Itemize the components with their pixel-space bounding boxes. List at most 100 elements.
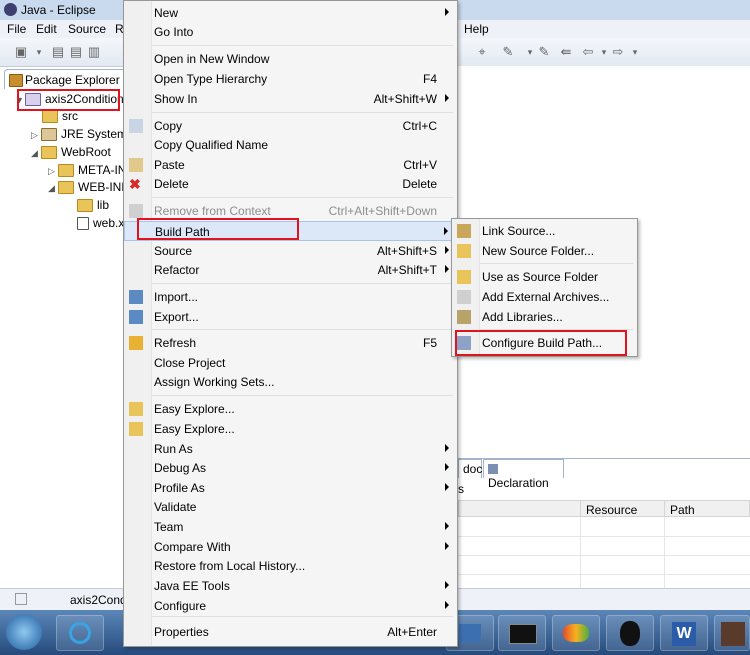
menu-item-new[interactable]: New [124,3,455,23]
menu-item-label: Properties [154,625,209,639]
menu-item-debug-as[interactable]: Debug As [124,458,455,478]
tree-item-webroot[interactable]: ◢ WebRoot [31,145,111,162]
menu-item-restore-from-local-history[interactable]: Restore from Local History... [124,556,455,576]
menu-item-refactor[interactable]: Refactor Alt+Shift+T [124,260,455,280]
menu-item-label: Java EE Tools [154,579,230,593]
cmd-taskbar-button[interactable] [498,615,546,651]
expand-arrow-icon[interactable]: ▷ [31,130,41,141]
save-all-icon[interactable]: ▤ [68,44,84,60]
menu-item-delete[interactable]: ✖ Delete Delete [124,174,455,194]
menu-item-copy-qualified-name[interactable]: Copy Qualified Name [124,135,455,155]
tab-package-explorer[interactable]: Package Explorer [4,69,127,90]
menu-item-label: Easy Explore... [154,402,235,416]
last-edit-icon[interactable]: ⇚ [558,44,574,60]
menu-item-close-project[interactable]: Close Project [124,353,455,373]
menu-item-properties[interactable]: Properties Alt+Enter [124,622,455,642]
tree-item-meta-inf[interactable]: ▷ META-IN [48,163,126,180]
remove-context-icon [129,204,143,218]
menu-file[interactable]: File [7,22,26,36]
forward-icon[interactable]: ⇨ [610,44,626,60]
menu-source[interactable]: Source [68,22,106,36]
java-ee-icon [721,622,745,646]
tree-item-src[interactable]: src [42,109,78,126]
menu-item-label: Paste [154,158,185,172]
back-icon[interactable]: ⇦ [580,44,596,60]
tree-item-web-inf[interactable]: ◢ WEB-INF [48,180,129,197]
menu-item-compare-with[interactable]: Compare With [124,537,455,557]
prev-annotation-icon[interactable]: ✎ [536,44,552,60]
link-source-icon [457,224,471,238]
word-icon: W [672,622,696,646]
menu-item-go-into[interactable]: Go Into [124,22,455,42]
menu-item-show-in[interactable]: Show In Alt+Shift+W [124,89,455,109]
tab-declaration[interactable]: Declaration [483,459,564,490]
app-icon [459,624,481,642]
next-annotation-icon[interactable]: ✎ [500,44,516,60]
menu-item-profile-as[interactable]: Profile As [124,478,455,498]
menu-edit[interactable]: Edit [36,22,57,36]
save-icon[interactable]: ▤ [50,44,66,60]
tab-javadoc[interactable]: doc [458,459,482,478]
menu-item-run-as[interactable]: Run As [124,439,455,459]
dropdown-arrow-icon[interactable]: ▾ [627,44,643,60]
menu-item-team[interactable]: Team [124,517,455,537]
table-row [458,555,750,575]
menu-item-configure[interactable]: Configure [124,596,455,616]
dropdown-arrow-icon[interactable]: ▾ [31,44,47,60]
start-button[interactable] [6,614,42,650]
menu-item-label: Restore from Local History... [154,559,306,573]
ie-taskbar-button[interactable] [56,615,104,651]
submenu-item-new-source-folder[interactable]: New Source Folder... [452,241,635,261]
submenu-arrow-icon [445,8,449,16]
menu-item-label: Validate [154,500,197,514]
menu-item-assign-working-sets[interactable]: Assign Working Sets... [124,372,455,392]
collapse-arrow-icon[interactable]: ◢ [48,183,58,194]
table-row [458,536,750,556]
menu-item-import[interactable]: Import... [124,287,455,307]
tree-item-jre[interactable]: ▷ JRE System [31,127,127,144]
add-external-archives-icon [457,290,471,304]
print-icon[interactable]: ▥ [86,44,102,60]
msn-taskbar-button[interactable] [552,615,600,651]
submenu-item-link-source[interactable]: Link Source... [452,221,635,241]
menu-item-copy[interactable]: Copy Ctrl+C [124,116,455,136]
menu-item-java-ee-tools[interactable]: Java EE Tools [124,576,455,596]
fast-view-icon[interactable] [15,593,27,605]
tree-item-web-xml[interactable]: web.x [77,216,124,233]
submenu-item-add-external-archives[interactable]: Add External Archives... [452,287,635,307]
menu-item-paste[interactable]: Paste Ctrl+V [124,155,455,175]
menu-item-source[interactable]: Source Alt+Shift+S [124,241,455,261]
menu-item-easy-explore[interactable]: Easy Explore... [124,419,455,439]
submenu-item-use-as-source-folder[interactable]: Use as Source Folder [452,267,635,287]
menu-item-validate[interactable]: Validate [124,497,455,517]
qq-taskbar-button[interactable] [606,615,654,651]
menu-item-label: Open Type Hierarchy [154,72,268,86]
menu-item-label: Source [154,244,193,258]
new-icon[interactable]: ▣ [13,44,29,60]
menu-item-easy-explore[interactable]: Easy Explore... [124,399,455,419]
highlight-box-build-path [137,218,299,240]
menu-help[interactable]: Help [464,22,489,36]
submenu-item-label: New Source Folder... [482,244,595,258]
expand-arrow-icon[interactable]: ▷ [48,166,58,177]
menu-item-refresh[interactable]: Refresh F5 [124,333,455,353]
menu-item-label: Copy Qualified Name [154,138,269,152]
table-row [458,517,750,537]
tree-item-lib[interactable]: lib [77,198,109,215]
collapse-arrow-icon[interactable]: ◢ [31,148,41,159]
menu-item-open-in-new-window[interactable]: Open in New Window [124,49,455,69]
column-header-resource[interactable]: Resource [580,500,665,517]
eclipse-taskbar-button[interactable] [714,615,750,651]
column-header-path[interactable]: Path [664,500,750,517]
menu-separator [152,112,453,113]
bottom-panel: doc Declaration s Resource Path [458,458,750,589]
menu-item-label: Refactor [154,263,200,277]
refresh-icon [129,336,143,350]
toggle-icon[interactable]: ⌖ [474,44,490,60]
submenu-arrow-icon [445,444,449,452]
submenu-item-add-libraries[interactable]: Add Libraries... [452,307,635,327]
menu-item-export[interactable]: Export... [124,307,455,327]
menu-item-open-type-hierarchy[interactable]: Open Type Hierarchy F4 [124,69,455,89]
menu-item-label: Go Into [154,25,194,39]
word-taskbar-button[interactable]: W [660,615,708,651]
